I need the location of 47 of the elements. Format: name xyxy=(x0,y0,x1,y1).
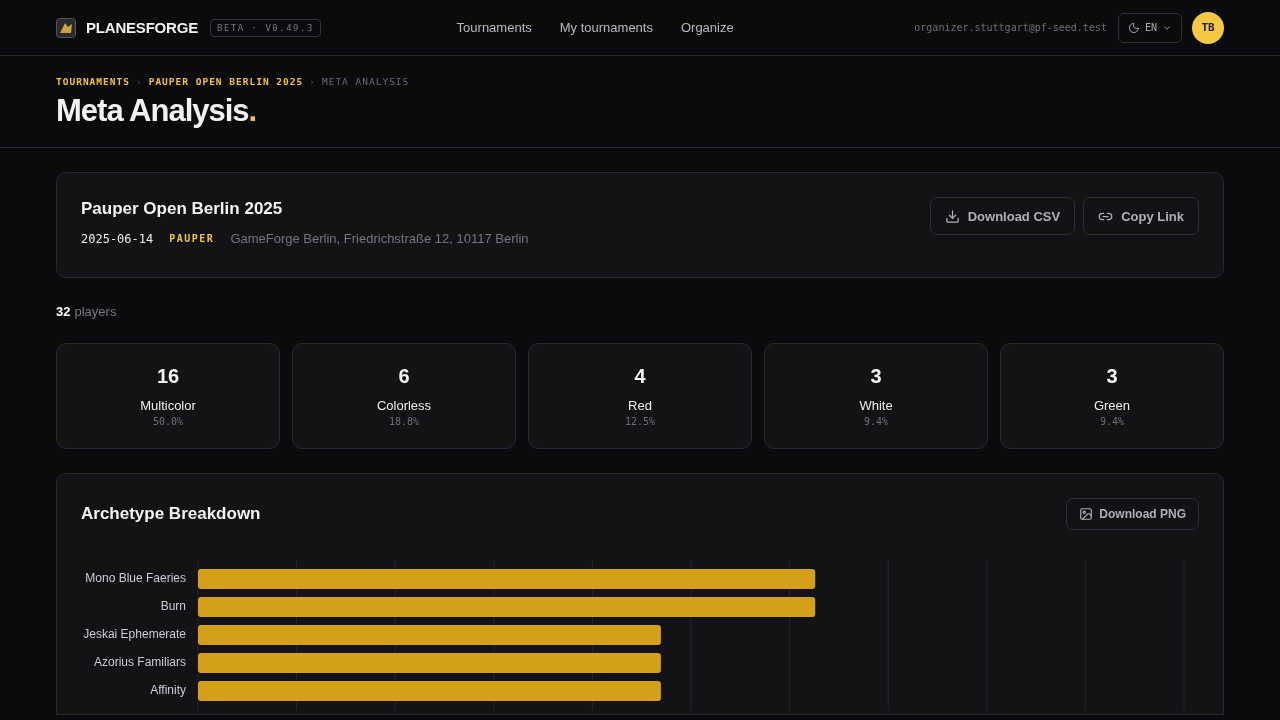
player-count: 32 players xyxy=(56,304,118,319)
moon-icon xyxy=(1127,21,1140,34)
stat-percent: 18.8% xyxy=(388,416,420,427)
nav-link[interactable]: Tournaments xyxy=(456,20,532,35)
category-label: Jeskai Ephemerate xyxy=(83,627,186,641)
stat-label: Red xyxy=(628,398,652,413)
category-label: Mono Blue Faeries xyxy=(85,571,186,585)
category-label: Azorius Familiars xyxy=(94,655,186,669)
brand-name: PLANESFORGE xyxy=(86,19,198,36)
tournament-date: 2025-06-14 xyxy=(81,231,154,246)
stat-count: 6 xyxy=(398,365,410,388)
nav-link[interactable]: My tournaments xyxy=(559,20,653,35)
stat-label: Colorless xyxy=(376,398,432,413)
download-png-button[interactable]: Download PNG xyxy=(1066,498,1199,530)
logo-icon xyxy=(56,17,76,38)
stat-percent: 9.4% xyxy=(1099,416,1125,427)
tournament-name: Pauper Open Berlin 2025 xyxy=(81,199,284,219)
stat-label: White xyxy=(859,398,893,413)
language-button[interactable]: EN xyxy=(1117,12,1182,43)
stat-count: 16 xyxy=(156,365,180,388)
copy-link-button[interactable]: Copy Link xyxy=(1083,197,1199,235)
download-icon xyxy=(944,208,960,224)
stat-label: Multicolor xyxy=(140,398,196,413)
breadcrumb-link[interactable]: TOURNAMENTS xyxy=(56,76,130,87)
user-avatar[interactable]: TB xyxy=(1192,11,1224,44)
nav-link[interactable]: Organize xyxy=(680,20,734,35)
breadcrumb-separator: › xyxy=(309,76,316,87)
user-email: organizer.stuttgart@pf-seed.test xyxy=(914,22,1107,33)
breadcrumb-separator: › xyxy=(135,76,143,87)
breadcrumb-link[interactable]: META ANALYSIS xyxy=(321,76,410,87)
category-label: Affinity xyxy=(150,683,186,697)
format-tag: PAUPER xyxy=(169,233,215,244)
tournament-location: GameForge Berlin, Friedrichstraße 12, 10117 Berlin xyxy=(230,231,529,246)
download-csv-button[interactable]: Download CSV xyxy=(929,197,1076,235)
version-badge: BETA · V0.49.3 xyxy=(210,18,321,37)
page-title: Meta Analysis. xyxy=(56,93,258,129)
stat-label: Green xyxy=(1093,398,1131,413)
stat-percent: 50.0% xyxy=(152,416,184,427)
category-label: Burn xyxy=(160,599,186,613)
stat-count: 4 xyxy=(634,365,646,388)
stat-count: 3 xyxy=(1106,365,1118,388)
stat-percent: 9.4% xyxy=(863,416,889,427)
stat-percent: 12.5% xyxy=(624,416,656,427)
image-icon xyxy=(1079,507,1094,521)
panel-title: Archetype Breakdown xyxy=(81,504,261,524)
breadcrumb-link[interactable]: PAUPER OPEN BERLIN 2025 xyxy=(148,76,304,87)
stat-count: 3 xyxy=(870,365,882,388)
